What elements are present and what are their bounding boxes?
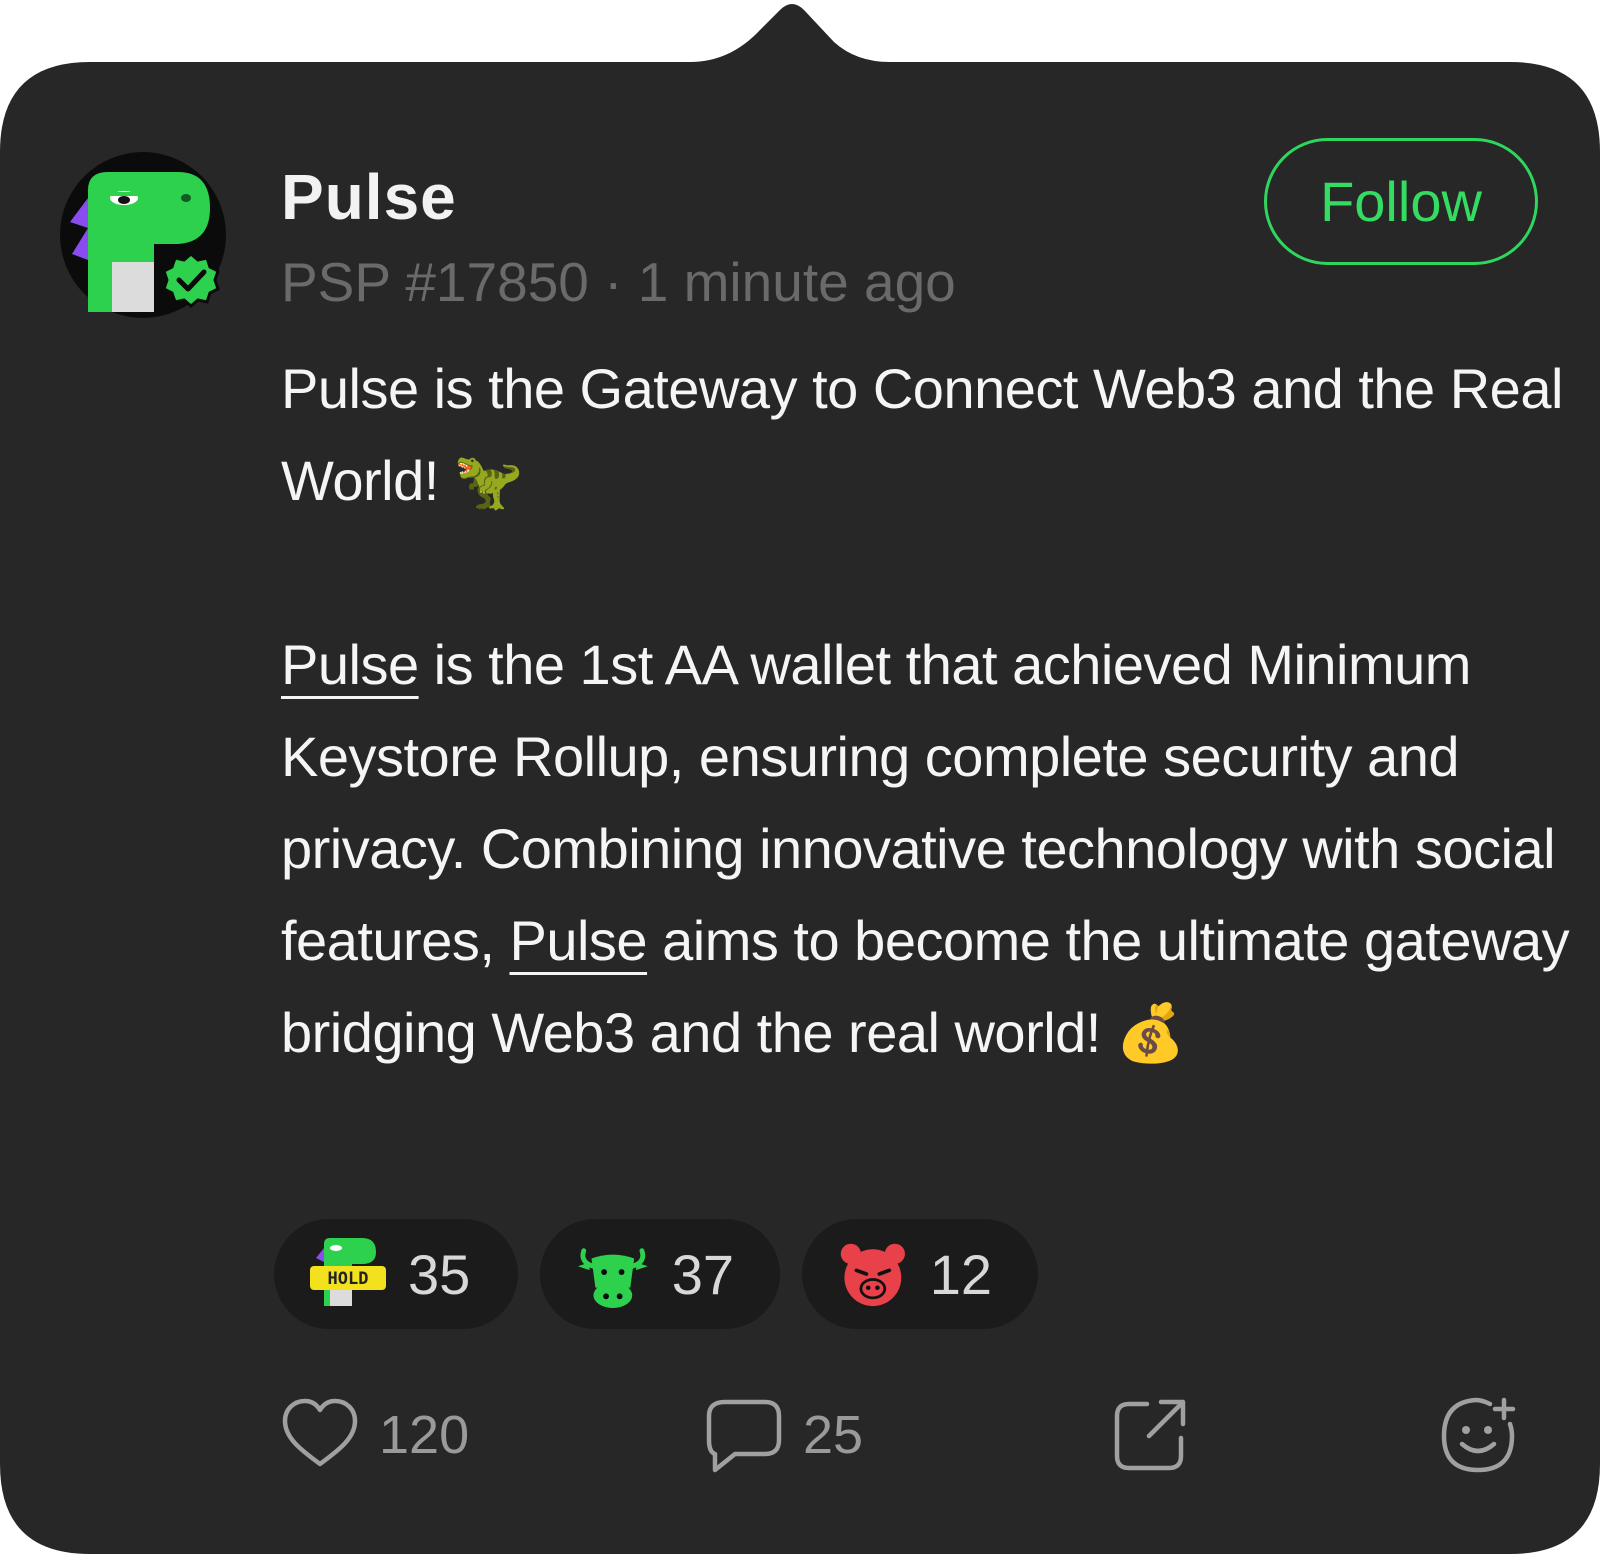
hold-icon-text: HOLD <box>328 1269 369 1289</box>
post-paragraph-2: Pulse is the 1st AA wallet that achieved… <box>281 619 1571 1079</box>
author-name[interactable]: Pulse <box>281 160 457 234</box>
reaction-bear[interactable]: 12 <box>802 1219 1038 1329</box>
reaction-count: 37 <box>671 1242 734 1306</box>
add-emoji-icon <box>1441 1397 1516 1473</box>
like-count: 120 <box>379 1405 470 1465</box>
reaction-bull[interactable]: 37 <box>540 1219 780 1329</box>
share-icon <box>1114 1399 1186 1471</box>
bull-icon <box>577 1248 648 1308</box>
hold-dino-icon: HOLD <box>310 1238 386 1306</box>
post-body: Pulse is the Gateway to Connect Web3 and… <box>281 343 1571 1079</box>
reaction-count: 35 <box>408 1242 471 1306</box>
avatar[interactable] <box>58 150 228 320</box>
comment-count: 25 <box>803 1405 864 1465</box>
comment-button[interactable]: 25 <box>705 1396 863 1474</box>
post-meta: PSP #17850 · 1 minute ago <box>281 251 956 313</box>
like-button[interactable]: 120 <box>281 1396 469 1474</box>
follow-button[interactable]: Follow <box>1264 138 1538 265</box>
bear-icon <box>840 1243 905 1307</box>
mention-link[interactable]: Pulse <box>509 909 647 972</box>
comment-icon <box>706 1399 782 1473</box>
reaction-count: 12 <box>929 1242 992 1306</box>
reaction-hold[interactable]: HOLD 35 <box>274 1219 518 1329</box>
heart-icon <box>282 1398 358 1467</box>
post-paragraph-1: Pulse is the Gateway to Connect Web3 and… <box>281 357 1563 512</box>
reaction-bar: HOLD 35 37 12 <box>274 1219 1038 1329</box>
mention-link[interactable]: Pulse <box>281 633 419 696</box>
add-reaction-button[interactable] <box>1440 1396 1518 1474</box>
share-button[interactable] <box>1111 1396 1189 1474</box>
